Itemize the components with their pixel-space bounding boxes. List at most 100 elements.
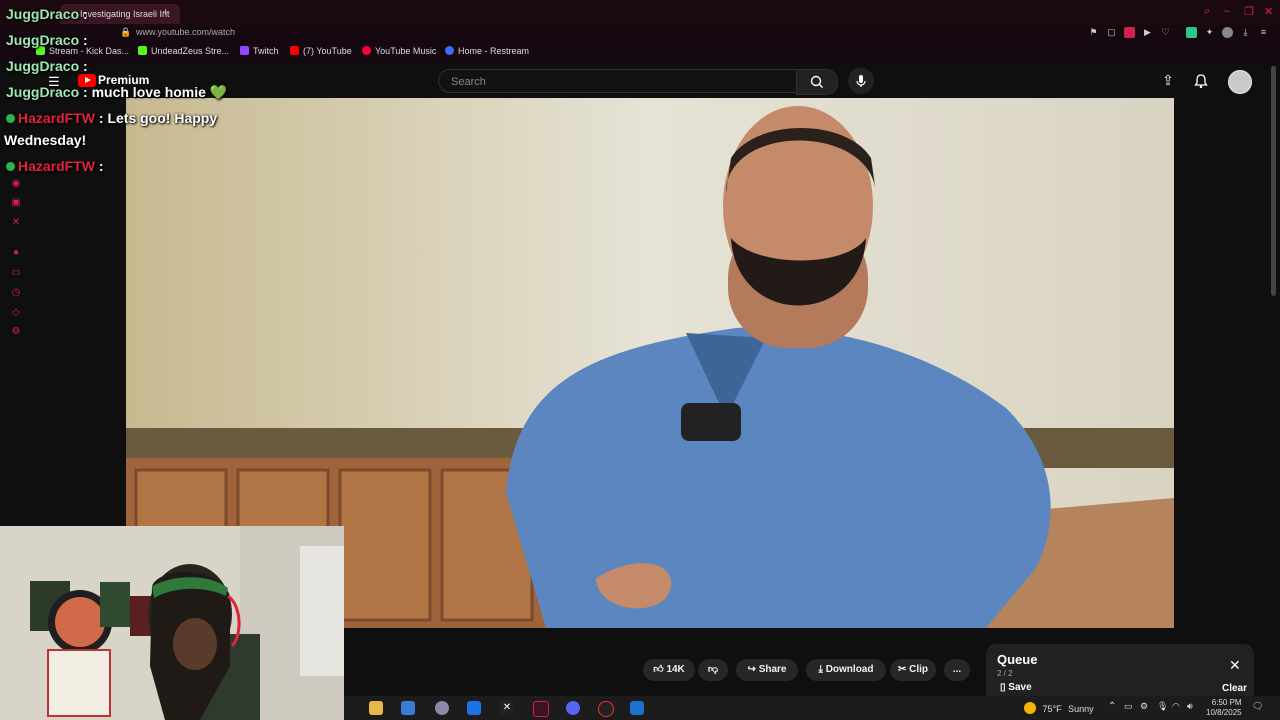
outlook-icon[interactable] bbox=[467, 701, 481, 715]
sidebar-folder-icon[interactable]: ▭ bbox=[11, 267, 21, 278]
obs-icon[interactable] bbox=[598, 701, 614, 717]
tray-volume-icon[interactable]: 🔊︎ bbox=[1187, 701, 1193, 712]
chat-username: JuggDraco bbox=[6, 32, 80, 48]
browser-tab-bar bbox=[0, 0, 1280, 27]
bookmark-twitch[interactable]: Twitch bbox=[240, 46, 279, 56]
chat-username: JuggDraco bbox=[6, 6, 80, 22]
verified-badge-icon bbox=[6, 162, 15, 171]
discord-icon[interactable] bbox=[566, 701, 580, 715]
sidebar-twitch-icon[interactable]: ▣ bbox=[11, 197, 21, 208]
close-queue-icon[interactable]: ✕ bbox=[1229, 657, 1241, 674]
verified-badge-icon bbox=[6, 114, 15, 123]
search-box bbox=[438, 69, 797, 93]
notification-center-icon[interactable]: 🗨︎ bbox=[1252, 701, 1263, 712]
bookmark-restream[interactable]: Home - Restream bbox=[445, 46, 529, 56]
chat-text: Lets goo! Happy bbox=[103, 110, 218, 126]
notifications-bell-icon[interactable] bbox=[1192, 72, 1210, 90]
weather-widget[interactable]: 75°F Sunny bbox=[1024, 702, 1094, 714]
search-button[interactable] bbox=[796, 69, 838, 95]
webcam-overlay bbox=[0, 526, 344, 720]
profile-icon[interactable] bbox=[1222, 27, 1233, 38]
chat-text: much love homie 💚 bbox=[87, 84, 228, 100]
chat-message: JuggDraco : bbox=[6, 32, 88, 48]
close-window-icon[interactable]: ✕ bbox=[1264, 5, 1273, 18]
queue-position: 2 / 2 bbox=[997, 669, 1013, 678]
like-button[interactable]: 👍︎ 14K bbox=[643, 659, 695, 681]
upload-icon[interactable]: ⇪ bbox=[1159, 72, 1177, 90]
save-queue-button[interactable]: ▯ Save bbox=[1000, 682, 1032, 693]
sun-icon bbox=[1024, 702, 1036, 714]
sidebar-x-icon[interactable]: ✕ bbox=[11, 217, 21, 228]
capcut-icon[interactable]: ✕ bbox=[500, 701, 514, 715]
sidebar-circle-icon[interactable]: ◉ bbox=[11, 178, 21, 189]
account-avatar[interactable] bbox=[1228, 70, 1252, 94]
sidebar-clock-icon[interactable]: ◷ bbox=[11, 287, 21, 298]
window-app-icon[interactable] bbox=[630, 701, 644, 715]
extension-icon[interactable]: ⚑ bbox=[1088, 27, 1099, 38]
minimize-icon[interactable]: – bbox=[1224, 5, 1230, 17]
extension-green-icon[interactable] bbox=[1186, 27, 1197, 38]
maximize-icon[interactable]: ❐ bbox=[1244, 5, 1254, 18]
chat-message-continued: Wednesday! bbox=[4, 132, 86, 148]
chat-username: JuggDraco bbox=[6, 84, 80, 100]
browser-taskbar-icon[interactable] bbox=[533, 701, 549, 717]
like-count: 14K bbox=[666, 664, 685, 675]
tray-mic-icon[interactable]: 🎙︎ bbox=[1157, 701, 1168, 712]
search-icon bbox=[810, 75, 823, 88]
extensions-puzzle-icon[interactable]: ✦ bbox=[1204, 27, 1215, 38]
tray-wifi-icon[interactable]: ◠ bbox=[1172, 701, 1180, 712]
bookmark-undeadzeus[interactable]: UndeadZeus Stre... bbox=[138, 46, 229, 56]
heart-icon[interactable]: ♡ bbox=[1160, 27, 1171, 38]
download-icon: ⤓ bbox=[818, 664, 823, 675]
screenshot-icon[interactable]: ▢ bbox=[1106, 27, 1117, 38]
lock-icon[interactable]: 🔒 bbox=[120, 27, 131, 38]
search-tabs-icon[interactable]: ⌕ bbox=[1204, 5, 1210, 18]
chat-message: JuggDraco : bbox=[6, 58, 88, 74]
show-hidden-icons[interactable]: ⌃ bbox=[1108, 701, 1116, 712]
scissors-icon: ✂ bbox=[897, 664, 907, 675]
sidebar-record-icon[interactable]: ● bbox=[11, 247, 21, 258]
chat-message: JuggDraco : much love homie 💚 bbox=[6, 84, 228, 100]
clear-queue-button[interactable]: Clear bbox=[1222, 683, 1247, 694]
new-tab-button[interactable]: + bbox=[162, 5, 169, 19]
chat-username: HazardFTW bbox=[18, 158, 95, 174]
webcam-frame bbox=[0, 526, 344, 720]
pocket-icon[interactable] bbox=[1124, 27, 1135, 38]
chat-message: HazardFTW : Lets goo! Happy bbox=[6, 110, 217, 126]
bookmark-youtube[interactable]: (7) YouTube bbox=[290, 46, 352, 56]
thumbs-down-icon: 👎︎ bbox=[707, 664, 719, 675]
browser-menu-icon[interactable]: ≡ bbox=[1258, 27, 1269, 38]
tray-network-icon[interactable]: ▭ bbox=[1124, 701, 1133, 712]
play-icon[interactable]: ▶ bbox=[1142, 27, 1153, 38]
tab-title: Investigating Israeli Int bbox=[80, 9, 170, 19]
download-button[interactable]: ⤓ Download bbox=[806, 659, 886, 681]
page-scrollbar[interactable] bbox=[1271, 66, 1276, 296]
file-explorer-icon[interactable] bbox=[369, 701, 383, 715]
dislike-button[interactable]: 👎︎ bbox=[698, 659, 728, 681]
share-icon: ↪ bbox=[747, 664, 756, 675]
bookmark-youtube-music[interactable]: YouTube Music bbox=[362, 46, 436, 56]
chat-text: Wednesday! bbox=[4, 132, 87, 148]
chat-message: HazardFTW : bbox=[6, 158, 104, 174]
sidebar-settings-icon[interactable]: ⚙ bbox=[11, 326, 21, 337]
chat-message: JuggDraco : bbox=[6, 6, 88, 22]
tray-settings-icon[interactable]: ⚙ bbox=[1140, 701, 1148, 712]
more-actions-button[interactable]: ... bbox=[944, 659, 970, 681]
share-button[interactable]: ↪ Share bbox=[736, 659, 798, 681]
clock-time: 6:50 PM bbox=[1211, 698, 1242, 707]
downloads-icon[interactable]: ⤓ bbox=[1240, 27, 1251, 38]
store-icon[interactable] bbox=[401, 701, 415, 715]
chat-username: JuggDraco bbox=[6, 58, 80, 74]
thumbs-up-icon: 👍︎ bbox=[653, 664, 664, 675]
queue-title: Queue bbox=[997, 652, 1038, 667]
bookmark-icon: ▯ bbox=[1000, 682, 1006, 693]
app-icon[interactable] bbox=[435, 701, 449, 715]
clip-button[interactable]: ✂ Clip bbox=[890, 659, 936, 681]
address-bar-url[interactable]: www.youtube.com/watch bbox=[136, 27, 235, 37]
chat-username: HazardFTW bbox=[18, 110, 95, 126]
taskbar-clock[interactable]: 6:50 PM 10/8/2025 bbox=[1206, 698, 1242, 718]
voice-search-button[interactable] bbox=[848, 68, 874, 94]
more-icon: ... bbox=[952, 664, 962, 675]
sidebar-shape-icon[interactable]: ◇ bbox=[11, 307, 21, 318]
search-input[interactable] bbox=[449, 73, 783, 91]
